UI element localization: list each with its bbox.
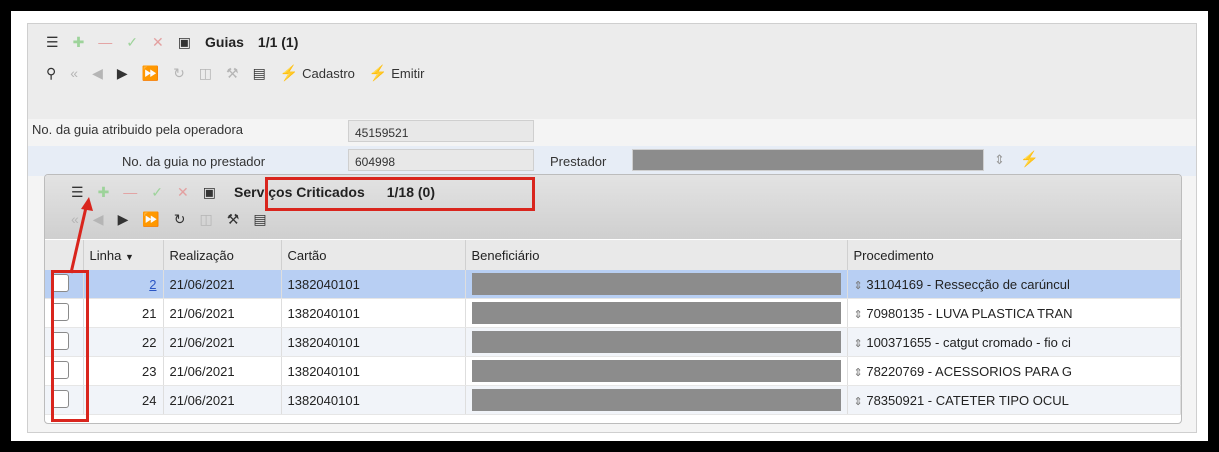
bolt-icon: ⚡ bbox=[368, 65, 388, 82]
procedimento-cell[interactable]: ⇕ 31104169 - Ressecção de carúncul bbox=[847, 270, 1181, 299]
print-icon[interactable]: ▤ bbox=[253, 212, 266, 226]
spin-icon: ⇕ bbox=[853, 366, 863, 379]
linha-cell: 21 bbox=[83, 298, 164, 328]
linha-cell: 23 bbox=[83, 356, 164, 386]
annotation-arrow bbox=[69, 197, 93, 274]
cartao-cell: 1382040101 bbox=[281, 356, 466, 386]
last-icon[interactable]: ⏩ bbox=[142, 66, 159, 80]
guia-prestador-field[interactable]: 604998 bbox=[348, 149, 534, 171]
cartao-cell: 1382040101 bbox=[281, 327, 466, 357]
redacted-block bbox=[471, 302, 841, 324]
table-row[interactable]: 22 21/06/2021 1382040101 ⇕ 100371655 - c… bbox=[45, 327, 1181, 357]
realizacao-cell: 21/06/2021 bbox=[163, 270, 282, 299]
column-header-realizacao[interactable]: Realização bbox=[163, 240, 282, 270]
highlight-box-panel-title bbox=[265, 177, 535, 211]
print-icon[interactable]: ▤ bbox=[253, 66, 266, 80]
refresh-icon[interactable]: ↻ bbox=[173, 66, 185, 80]
record-pager: 1/1 (1) bbox=[257, 34, 299, 50]
remove-icon[interactable]: — bbox=[98, 35, 112, 49]
column-header-cartao[interactable]: Cartão bbox=[281, 240, 466, 270]
form-view-icon[interactable]: ▣ bbox=[178, 35, 191, 49]
bolt-icon: ⚡ bbox=[279, 65, 299, 82]
search-icon[interactable]: ⚲ bbox=[46, 66, 56, 80]
next-icon[interactable]: ▶ bbox=[117, 66, 128, 80]
procedimento-cell[interactable]: ⇕ 78350921 - CATETER TIPO OCUL bbox=[847, 385, 1181, 415]
procedimento-cell[interactable]: ⇕ 100371655 - catgut cromado - fio ci bbox=[847, 327, 1181, 357]
cancel-icon[interactable]: ✕ bbox=[177, 185, 189, 199]
prestador-spin-icon[interactable]: ⇕ bbox=[994, 152, 1005, 168]
first-icon[interactable]: « bbox=[70, 66, 78, 80]
realizacao-cell: 21/06/2021 bbox=[163, 327, 282, 357]
column-header-procedimento[interactable]: Procedimento bbox=[847, 240, 1181, 270]
guias-window: ☰ ✚ — ✓ ✕ ▣ Guias 1/1 (1) ⚲ « ◀ ▶ ⏩ ↻ ◫ … bbox=[27, 23, 1197, 433]
guias-toolbar: ☰ ✚ — ✓ ✕ ▣ Guias 1/1 (1) ⚲ « ◀ ▶ ⏩ ↻ ◫ … bbox=[28, 24, 1196, 119]
linha-cell: 22 bbox=[83, 327, 164, 357]
table-row[interactable]: 2 21/06/2021 1382040101 ⇕ 31104169 - Res… bbox=[45, 270, 1181, 299]
realizacao-cell: 21/06/2021 bbox=[163, 385, 282, 415]
guia-operadora-label: No. da guia atribuido pela operadora bbox=[32, 122, 244, 137]
beneficiario-cell bbox=[465, 356, 848, 386]
table-row[interactable]: 24 21/06/2021 1382040101 ⇕ 78350921 - CA… bbox=[45, 385, 1181, 415]
list-icon[interactable]: ☰ bbox=[46, 35, 59, 49]
previous-icon[interactable]: ◀ bbox=[92, 66, 103, 80]
servicos-panel: ☰ ✚ — ✓ ✕ ▣ Serviços Criticados 1/18 (0)… bbox=[44, 174, 1182, 424]
redacted-block bbox=[471, 360, 841, 382]
beneficiario-cell bbox=[465, 298, 848, 328]
beneficiario-cell bbox=[465, 270, 848, 299]
redacted-block bbox=[471, 389, 841, 411]
cadastro-button[interactable]: ⚡ Cadastro bbox=[280, 64, 355, 82]
cancel-icon[interactable]: ✕ bbox=[152, 35, 164, 49]
document-icon[interactable]: ◫ bbox=[199, 66, 212, 80]
servicos-toolbar: ☰ ✚ — ✓ ✕ ▣ Serviços Criticados 1/18 (0)… bbox=[45, 175, 1181, 239]
realizacao-cell: 21/06/2021 bbox=[163, 356, 282, 386]
servicos-table: Linha ▼ Realização Cartão Beneficiário P… bbox=[45, 240, 1181, 415]
spin-icon: ⇕ bbox=[853, 279, 863, 292]
cartao-cell: 1382040101 bbox=[281, 298, 466, 328]
procedimento-cell[interactable]: ⇕ 78220769 - ACESSORIOS PARA G bbox=[847, 356, 1181, 386]
column-header-beneficiario[interactable]: Beneficiário bbox=[465, 240, 848, 270]
wrench-icon[interactable]: ⚒ bbox=[226, 66, 239, 80]
emitir-button[interactable]: ⚡ Emitir bbox=[369, 64, 425, 82]
beneficiario-cell bbox=[465, 385, 848, 415]
screenshot-frame: ☰ ✚ — ✓ ✕ ▣ Guias 1/1 (1) ⚲ « ◀ ▶ ⏩ ↻ ◫ … bbox=[8, 8, 1211, 444]
spin-icon: ⇕ bbox=[853, 337, 863, 350]
linha-cell: 24 bbox=[83, 385, 164, 415]
page-title: Guias bbox=[205, 34, 244, 50]
beneficiario-cell bbox=[465, 327, 848, 357]
document-icon[interactable]: ◫ bbox=[200, 212, 213, 226]
procedimento-cell[interactable]: ⇕ 70980135 - LUVA PLASTICA TRAN bbox=[847, 298, 1181, 328]
check-icon[interactable]: ✓ bbox=[126, 35, 138, 49]
spin-icon: ⇕ bbox=[853, 395, 863, 408]
bolt-icon[interactable]: ⚡ bbox=[1020, 150, 1039, 168]
wrench-icon[interactable]: ⚒ bbox=[227, 212, 240, 226]
add-icon[interactable]: ✚ bbox=[73, 35, 85, 49]
guia-operadora-field[interactable]: 45159521 bbox=[348, 120, 534, 142]
guia-prestador-label: No. da guia no prestador bbox=[122, 154, 266, 169]
redacted-block bbox=[471, 331, 841, 353]
realizacao-cell: 21/06/2021 bbox=[163, 298, 282, 328]
redacted-block bbox=[471, 273, 841, 295]
cartao-cell: 1382040101 bbox=[281, 385, 466, 415]
table-header-row: Linha ▼ Realização Cartão Beneficiário P… bbox=[45, 240, 1181, 270]
form-view-icon[interactable]: ▣ bbox=[203, 185, 216, 199]
prestador-label: Prestador bbox=[550, 154, 607, 169]
refresh-icon[interactable]: ↻ bbox=[174, 212, 186, 226]
cartao-cell: 1382040101 bbox=[281, 270, 466, 299]
prestador-field-redacted[interactable] bbox=[632, 149, 984, 171]
spin-icon: ⇕ bbox=[853, 308, 863, 321]
table-row[interactable]: 23 21/06/2021 1382040101 ⇕ 78220769 - AC… bbox=[45, 356, 1181, 386]
table-row[interactable]: 21 21/06/2021 1382040101 ⇕ 70980135 - LU… bbox=[45, 298, 1181, 328]
